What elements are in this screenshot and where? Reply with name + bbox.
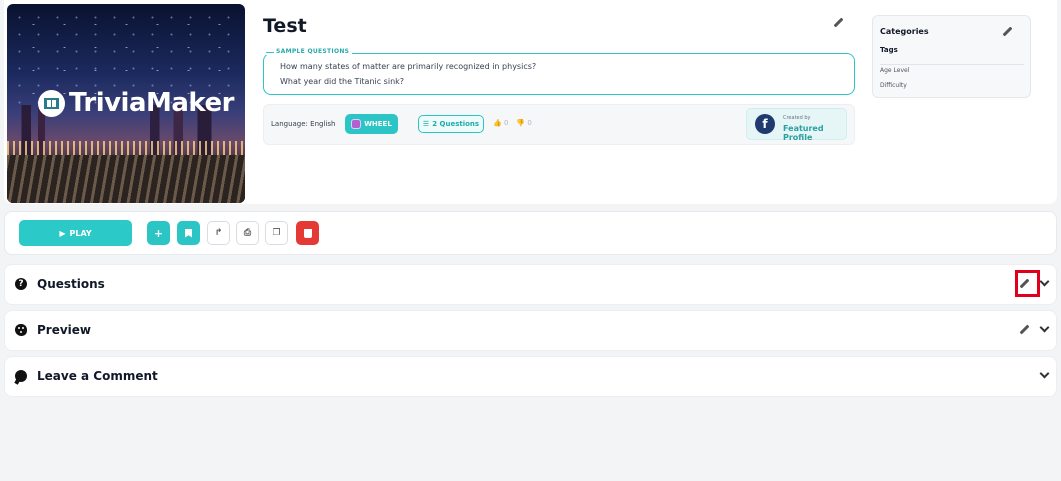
facebook-icon: f <box>755 114 775 134</box>
divider <box>880 64 1024 65</box>
print-icon: ⎙ <box>243 228 252 238</box>
created-by-label: Created by <box>783 115 811 121</box>
edit-categories-pencil-icon[interactable] <box>1002 27 1012 37</box>
list-icon: ☰ <box>422 120 430 128</box>
age-level-label: Age Level <box>880 67 910 74</box>
question-count-label: 2 Questions <box>432 120 480 128</box>
sample-question-2: What year did the Titanic sink? <box>280 77 405 86</box>
language-value: English <box>310 120 336 128</box>
logo-text: TriviaMaker <box>69 88 235 118</box>
question-circle-icon: ? <box>15 278 27 290</box>
preview-section-label: Preview <box>37 323 92 337</box>
comment-icon <box>15 370 27 382</box>
play-icon: ▶ <box>59 228 66 238</box>
palette-icon <box>15 324 27 336</box>
tags-heading: Tags <box>880 46 898 54</box>
city-lights <box>7 141 245 155</box>
like-count: 0 <box>503 119 509 127</box>
like-button[interactable]: 👍 0 <box>493 119 508 127</box>
grid-board-icon <box>38 89 65 117</box>
share-button[interactable]: ↱ <box>207 221 230 245</box>
categories-heading: Categories <box>880 27 929 36</box>
edit-title-pencil-icon[interactable] <box>833 18 843 28</box>
creator-card[interactable]: f Created by Featured Profile <box>746 108 847 142</box>
bookmark-button[interactable] <box>177 221 200 245</box>
creator-name: Featured Profile <box>783 124 824 142</box>
comment-section-label: Leave a Comment <box>37 369 158 383</box>
questions-section[interactable]: ? Questions <box>4 264 1057 305</box>
language-label: Language: <box>271 120 308 128</box>
play-button[interactable]: ▶ PLAY <box>19 220 132 246</box>
bridge-deck <box>7 155 245 203</box>
wheel-mode-label: WHEEL <box>364 120 392 128</box>
play-label: PLAY <box>69 228 92 238</box>
language-info: Language: English <box>271 120 335 128</box>
wheel-icon <box>351 119 362 129</box>
edit-preview-pencil-icon[interactable] <box>1019 325 1029 335</box>
thumbs-up-icon: 👍 <box>493 119 502 127</box>
chevron-down-icon[interactable] <box>1038 323 1050 335</box>
question-count-badge[interactable]: ☰ 2 Questions <box>418 115 484 133</box>
dislike-button[interactable]: 👎 0 <box>516 119 531 127</box>
wheel-mode-badge[interactable]: WHEEL <box>345 114 398 134</box>
page-title: Test <box>263 15 307 37</box>
difficulty-label: Difficulty <box>880 82 907 89</box>
triviamaker-logo: TriviaMaker <box>38 88 235 118</box>
thumbs-down-icon: 👎 <box>516 119 526 127</box>
cover-image: TriviaMaker <box>7 4 245 203</box>
sample-question-1: How many states of matter are primarily … <box>280 62 537 71</box>
copy-button[interactable]: ❐ <box>265 221 288 245</box>
delete-button[interactable] <box>296 221 319 245</box>
add-button[interactable]: + <box>147 221 170 245</box>
trash-icon <box>303 228 312 238</box>
highlight-box <box>1015 270 1040 297</box>
plus-icon: + <box>153 226 164 240</box>
print-button[interactable]: ⎙ <box>236 221 259 245</box>
share-icon: ↱ <box>214 228 223 238</box>
preview-section[interactable]: Preview <box>4 310 1057 351</box>
votes: 👍 0 👎 0 <box>493 119 532 127</box>
sample-questions-legend: SAMPLE QUESTIONS <box>263 48 353 55</box>
sample-questions-box <box>263 53 855 95</box>
bookmark-icon <box>185 228 192 238</box>
questions-section-label: Questions <box>37 277 105 291</box>
copy-icon: ❐ <box>272 228 281 238</box>
dislike-count: 0 <box>527 119 532 127</box>
chevron-down-icon[interactable] <box>1038 369 1050 381</box>
comment-section[interactable]: Leave a Comment <box>4 356 1057 397</box>
